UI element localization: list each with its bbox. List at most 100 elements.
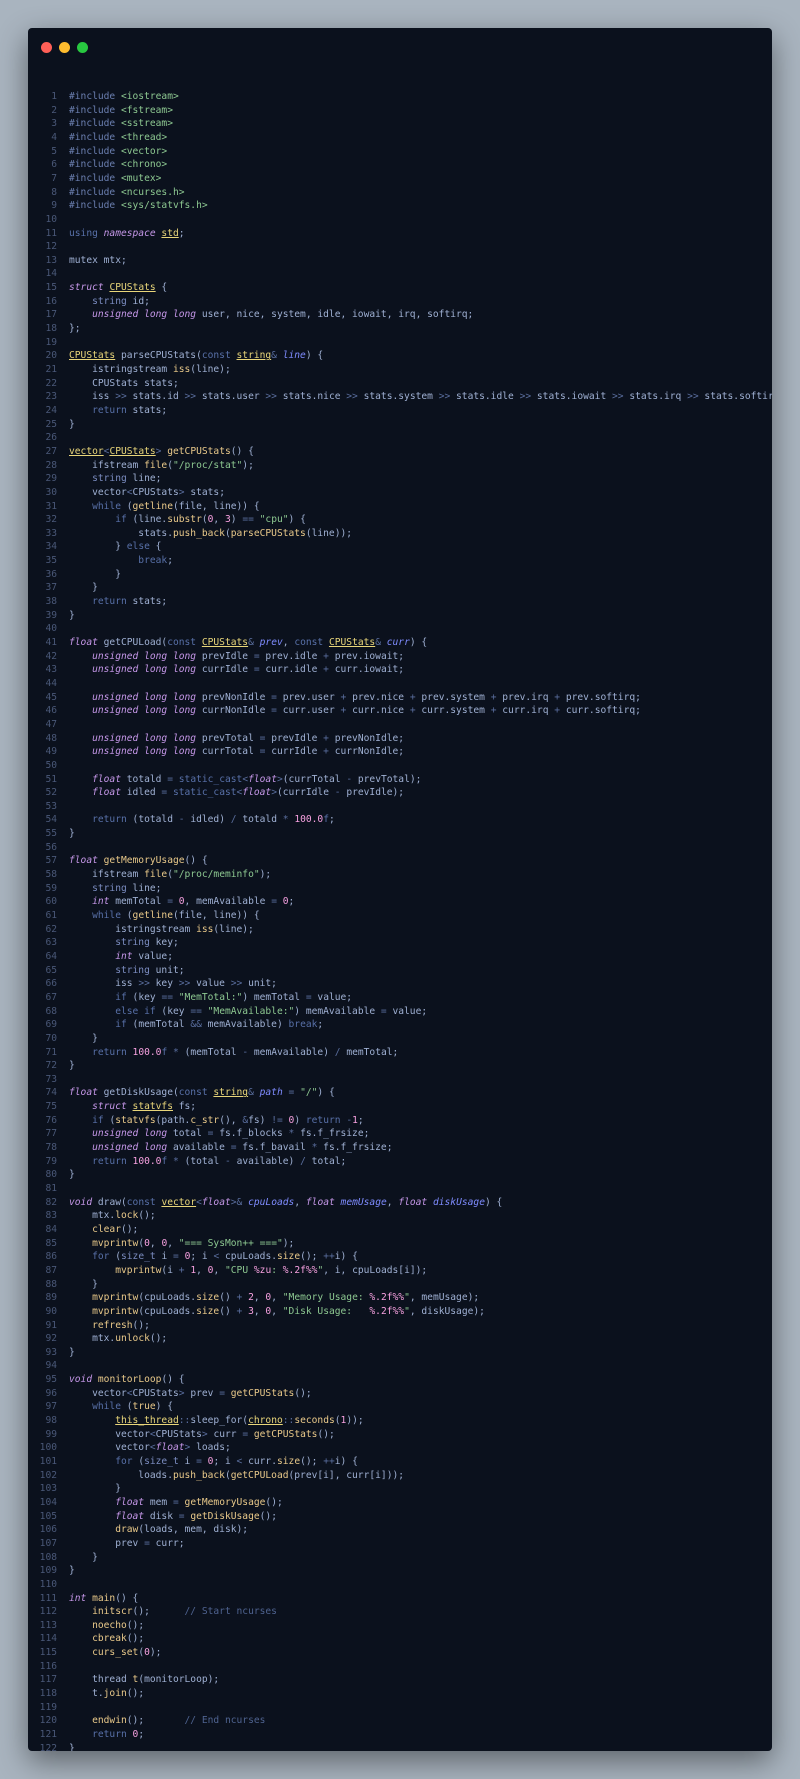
code-token: -	[242, 1046, 254, 1058]
code-token: return	[69, 1155, 133, 1167]
code-text: void monitorLoop() {	[69, 1373, 185, 1387]
code-token: )	[230, 514, 243, 526]
code-token: stats.nice	[282, 391, 347, 403]
code-token: const	[201, 350, 237, 362]
code-token: currIdle	[271, 746, 324, 758]
close-button[interactable]	[41, 42, 52, 53]
code-token: &	[271, 350, 283, 362]
code-token: +	[178, 1264, 191, 1276]
code-text: loads.push_back(getCPULoad(prev[i], curr…	[69, 1469, 404, 1483]
code-token: while	[69, 1401, 127, 1413]
code-token: istringstream	[69, 923, 197, 935]
code-token: =	[144, 1537, 156, 1549]
code-text: }	[69, 1551, 98, 1565]
code-text: mvprintw(0, 0, "=== SysMon++ ===");	[69, 1237, 294, 1251]
line-number: 21	[45, 364, 57, 375]
code-text: }	[69, 1346, 75, 1360]
line-number: 92	[45, 1333, 57, 1345]
line-number: 26	[45, 432, 57, 444]
code-token: for	[69, 1456, 139, 1467]
code-text: struct statvfs fs;	[69, 1100, 196, 1114]
line-number: 13	[45, 254, 57, 266]
code-token: +	[554, 691, 566, 703]
code-token: prev.irq	[502, 691, 555, 703]
line-number: 70	[45, 1032, 57, 1044]
line-number: 112	[39, 1606, 57, 1618]
code-token: int	[69, 896, 116, 908]
code-token: totald	[126, 773, 168, 785]
code-token: string	[69, 964, 156, 976]
code-token: value	[196, 978, 231, 990]
code-token: =	[253, 664, 266, 676]
code-token: return	[69, 596, 133, 608]
code-token: id;	[132, 295, 150, 307]
line-number: 12	[45, 241, 57, 253]
code-token: () {	[230, 445, 254, 457]
code-token: ; i	[213, 1456, 237, 1467]
code-token: (cpuLoads.	[138, 1292, 197, 1304]
code-token: ==	[161, 991, 179, 1003]
code-token: size	[277, 1251, 301, 1263]
code-token: =	[271, 691, 283, 703]
line-number: 106	[39, 1524, 57, 1536]
code-token: ,	[149, 1237, 162, 1249]
code-token: memAvailable)	[207, 1019, 289, 1031]
minimize-button[interactable]	[59, 42, 70, 53]
code-text: clear();	[69, 1223, 138, 1237]
code-token: unsigned long long	[69, 746, 202, 758]
code-token: 100.0	[132, 1155, 162, 1167]
code-token: string	[69, 937, 156, 949]
code-token: float	[69, 787, 127, 799]
code-token: string	[69, 473, 133, 485]
code-token: curs_set	[69, 1647, 139, 1659]
zoom-button[interactable]	[77, 42, 88, 53]
code-token: ();	[126, 1715, 185, 1727]
code-token: // Start ncurses	[184, 1606, 277, 1618]
code-text: unsigned long long currTotal = currIdle …	[69, 745, 404, 759]
code-text: float getMemoryUsage() {	[69, 854, 208, 868]
code-text: void draw(const vector<float>& cpuLoads,…	[69, 1196, 502, 1210]
code-token: lock	[115, 1210, 139, 1222]
code-token: getCPULoad(	[103, 637, 168, 648]
line-number: 33	[45, 527, 57, 539]
code-token: file	[144, 869, 168, 881]
code-token: "/proc/meminfo"	[172, 869, 260, 881]
code-token: float	[69, 1087, 104, 1099]
code-token: ifstream	[69, 459, 145, 471]
code-token: fs.f_blocks	[219, 1128, 289, 1140]
line-number: 4	[51, 131, 57, 143]
code-token: /	[334, 1046, 347, 1058]
code-token: ();	[300, 1456, 324, 1467]
code-token: else if	[69, 1005, 162, 1017]
line-number: 81	[45, 1183, 57, 1194]
code-text: unsigned long long user, nice, system, i…	[69, 308, 473, 322]
line-number: 24	[45, 404, 57, 416]
code-token: getCPUStats	[167, 445, 231, 457]
code-token: CPUStats	[132, 1387, 179, 1399]
code-text: float disk = getDiskUsage();	[69, 1510, 277, 1524]
code-token: =	[380, 1005, 393, 1017]
code-text: while (getline(file, line)) {	[69, 500, 260, 514]
line-number: 10	[45, 213, 57, 225]
code-text: using namespace std;	[69, 227, 185, 241]
code-text: mutex mtx;	[69, 254, 127, 268]
code-token: =	[178, 1510, 191, 1522]
code-text: mtx.lock();	[69, 1209, 156, 1223]
code-token: unit;	[248, 978, 277, 990]
code-token: ::	[282, 1415, 295, 1427]
code-token: >>	[230, 978, 249, 990]
code-token: currNonIdle;	[334, 746, 405, 758]
line-number: 96	[45, 1387, 57, 1399]
code-text: };	[69, 322, 81, 336]
code-token: (line));	[305, 527, 353, 539]
code-text: ifstream file("/proc/meminfo");	[69, 868, 271, 882]
code-token: (currTotal	[282, 773, 347, 785]
line-number: 65	[45, 964, 57, 976]
code-token: thread	[69, 1674, 133, 1686]
code-token: this_thread	[115, 1415, 179, 1427]
code-text: for (size_t i = 0; i < cpuLoads.size(); …	[69, 1250, 358, 1264]
code-token: getline	[132, 500, 173, 512]
code-text: noecho();	[69, 1619, 144, 1633]
code-token: }	[69, 828, 75, 840]
code-token: }	[69, 1169, 75, 1181]
